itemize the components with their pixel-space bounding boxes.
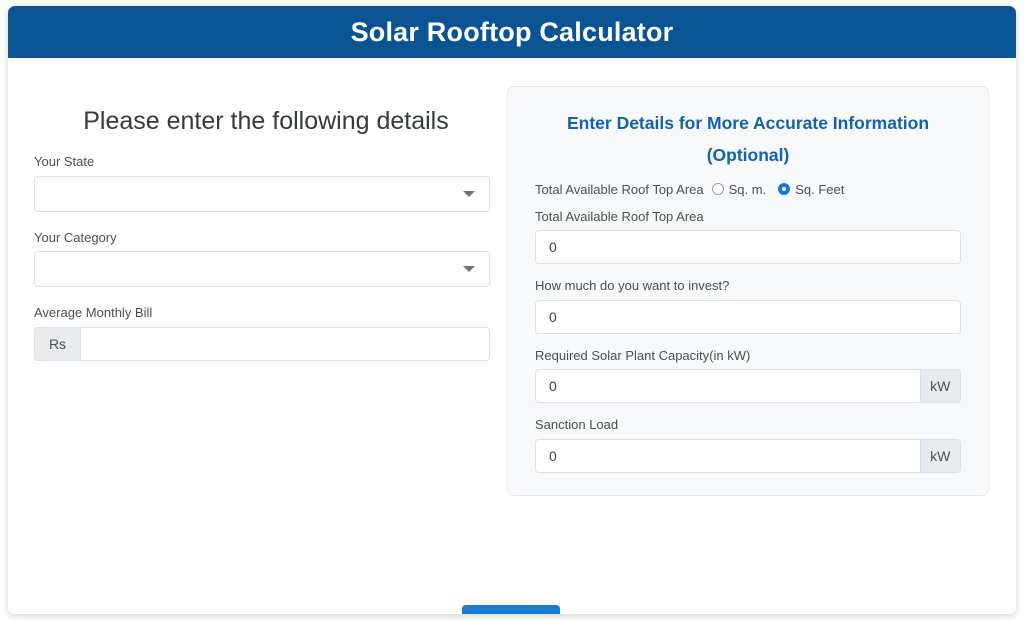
radio-option-sq-feet[interactable]: Sq. Feet [778, 182, 844, 197]
field-average-monthly-bill: Average Monthly Bill Rs [34, 304, 498, 361]
label-your-state: Your State [34, 154, 95, 169]
field-investment-amount: How much do you want to invest? [535, 277, 961, 334]
calculate-button-row: Calculate [8, 605, 1014, 614]
app-header: Solar Rooftop Calculator [8, 6, 1016, 58]
investment-amount-input[interactable] [535, 299, 961, 334]
page-title: Solar Rooftop Calculator [350, 16, 674, 47]
unit-suffix-kw-capacity: kW [919, 369, 961, 404]
radio-option-sq-m[interactable]: Sq. m. [711, 181, 767, 197]
select-your-state[interactable] [34, 175, 490, 212]
unit-selector-label: Total Available Roof Top Area [535, 181, 704, 197]
label-required-capacity: Required Solar Plant Capacity(in kW) [535, 347, 751, 363]
label-sanction-load: Sanction Load [535, 417, 619, 433]
currency-prefix-rs: Rs [34, 326, 80, 361]
label-average-monthly-bill: Average Monthly Bill [34, 305, 153, 321]
field-sanction-load: Sanction Load kW [535, 416, 961, 473]
unit-selector-row: Total Available Roof Top Area Sq. m. Sq.… [535, 182, 961, 197]
radio-icon-sq-m[interactable] [711, 183, 724, 196]
input-group-average-monthly-bill: Rs [34, 326, 490, 361]
left-form-column: Please enter the following details Your … [34, 58, 498, 361]
average-monthly-bill-input[interactable] [80, 326, 490, 361]
optional-panel-heading: Enter Details for More Accurate Informat… [535, 107, 961, 172]
radio-label-sq-m: Sq. m. [728, 181, 767, 197]
left-form-heading: Please enter the following details [83, 107, 449, 135]
select-your-category[interactable] [34, 251, 490, 288]
required-capacity-input[interactable] [535, 369, 920, 404]
calculator-card: Solar Rooftop Calculator Please enter th… [8, 6, 1016, 614]
optional-details-panel: Enter Details for More Accurate Informat… [507, 86, 989, 496]
label-investment-amount: How much do you want to invest? [535, 278, 730, 294]
optional-panel-heading-line2: (Optional) [706, 145, 790, 166]
page-root: Solar Rooftop Calculator Please enter th… [0, 0, 1024, 621]
label-total-roof-area: Total Available Roof Top Area [535, 208, 704, 224]
field-total-roof-area: Total Available Roof Top Area [535, 208, 961, 265]
field-your-category: Your Category [34, 229, 498, 288]
radio-label-sq-feet: Sq. Feet [795, 181, 845, 197]
chevron-down-icon [463, 266, 475, 273]
label-your-category: Your Category [34, 229, 117, 245]
radio-icon-sq-feet[interactable] [778, 183, 791, 196]
optional-panel-heading-line1: Enter Details for More Accurate Informat… [566, 113, 930, 133]
field-your-state: Your State [34, 153, 498, 212]
sanction-load-input[interactable] [535, 438, 920, 473]
field-required-capacity: Required Solar Plant Capacity(in kW) kW [535, 347, 961, 404]
form-body: Please enter the following details Your … [8, 58, 1016, 614]
unit-suffix-kw-sanction: kW [919, 438, 961, 473]
input-group-sanction-load: kW [535, 438, 961, 473]
input-group-required-capacity: kW [535, 369, 961, 404]
calculate-button[interactable]: Calculate [461, 605, 561, 614]
total-roof-area-input[interactable] [535, 230, 961, 265]
chevron-down-icon [463, 190, 475, 197]
